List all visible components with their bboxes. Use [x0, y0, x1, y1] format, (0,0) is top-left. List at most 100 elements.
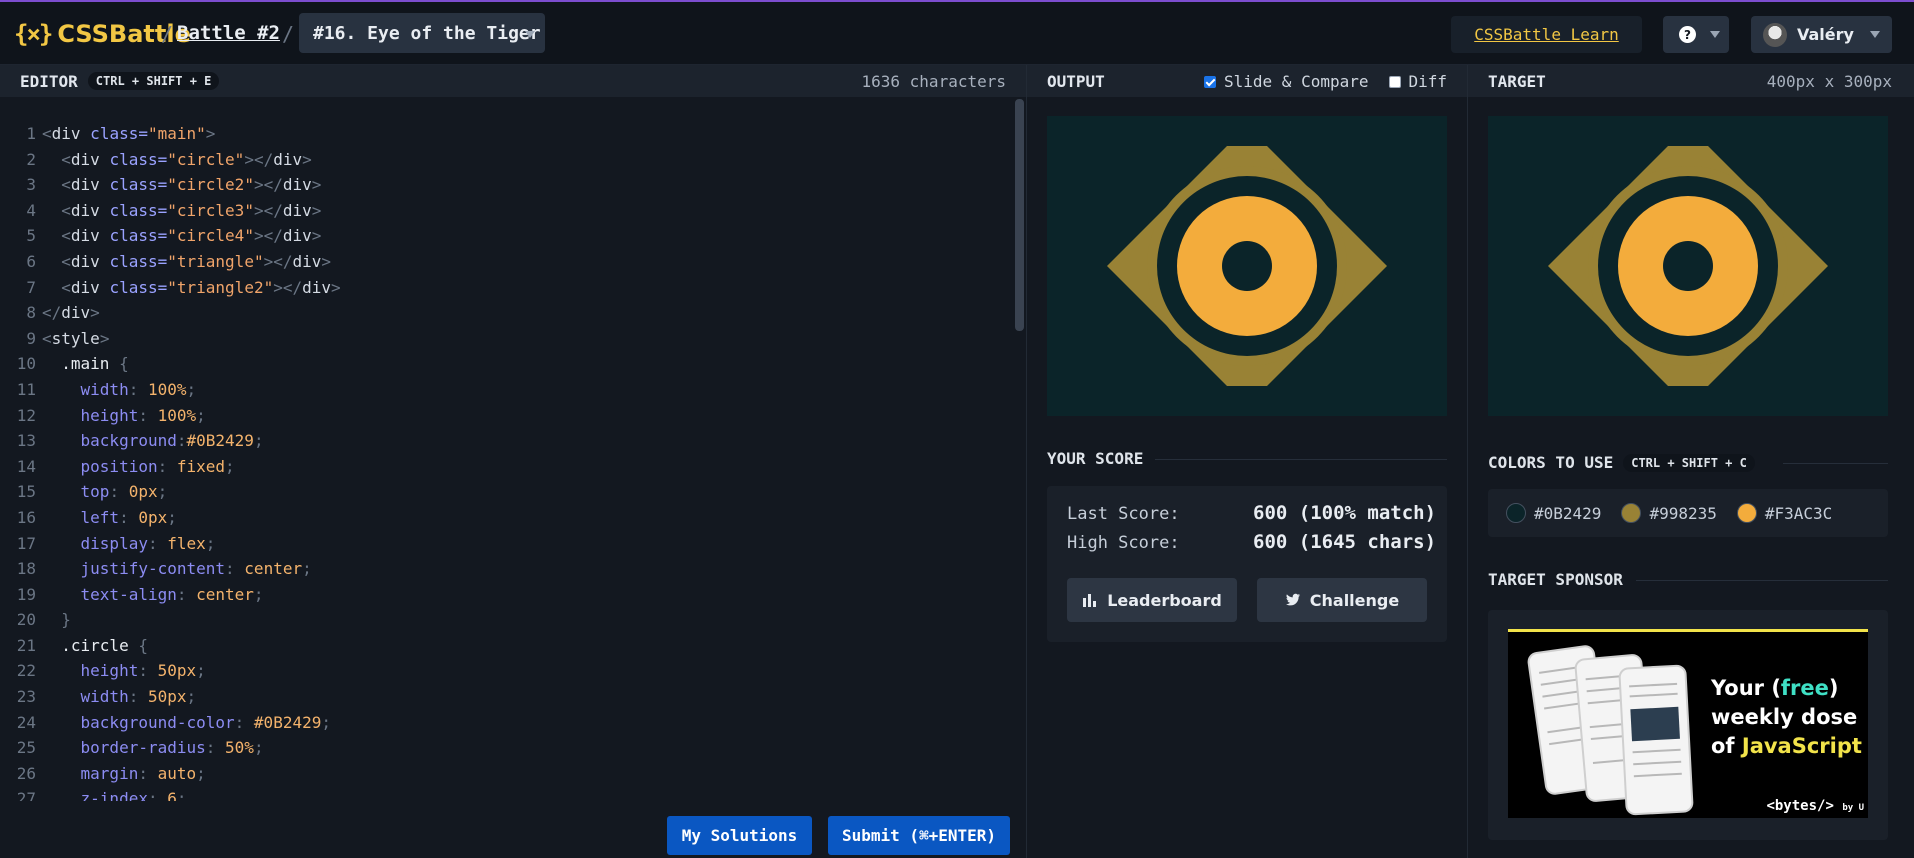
color-dot — [1736, 503, 1757, 523]
code-token: class= — [80, 124, 148, 143]
sponsor-brand: <bytes/> by U — [1766, 798, 1864, 814]
code-line[interactable]: 6 <div class="triangle"></div> — [0, 249, 341, 275]
code-line[interactable]: 2 <div class="circle"></div> — [0, 147, 341, 173]
code-token: ; — [186, 379, 197, 399]
code-token: ; — [196, 763, 206, 783]
line-number: 12 — [16, 405, 36, 425]
color-label: #998235 — [1649, 503, 1717, 523]
last-score-label: Last Score: — [1067, 504, 1180, 524]
color-swatch[interactable]: #0B2429 — [1506, 503, 1601, 523]
code-line[interactable]: 22 height: 50px; — [0, 658, 341, 684]
code-line[interactable]: 17 display: flex; — [0, 531, 341, 557]
challenge-dropdown[interactable]: #16. Eye of the Tiger — [299, 13, 545, 53]
code-token: } — [42, 610, 71, 630]
slide-compare-toggle[interactable]: Slide & Compare — [1204, 72, 1369, 91]
my-solutions-button[interactable]: My Solutions — [667, 816, 812, 855]
code-line[interactable]: 1 <div class="main"> — [0, 121, 341, 147]
code-token: : — [128, 379, 148, 399]
code-token: < — [61, 200, 71, 220]
code-token: : — [147, 533, 168, 553]
code-token: height — [80, 405, 139, 425]
code-token: < — [42, 328, 52, 348]
panel-divider[interactable] — [1026, 65, 1027, 858]
editor-scrollbar[interactable] — [1015, 99, 1024, 331]
color-dot — [1506, 503, 1526, 523]
eye-pupil — [1663, 241, 1713, 291]
code-line[interactable]: 14 position: fixed; — [0, 454, 341, 480]
code-line[interactable]: 27 z-index: 6; — [0, 786, 341, 801]
code-token: div — [282, 175, 312, 195]
code-line[interactable]: 15 top: 0px; — [0, 479, 341, 505]
breadcrumb-battle-link[interactable]: Battle #2 — [177, 22, 280, 44]
color-label: #F3AC3C — [1764, 503, 1833, 523]
help-menu-button[interactable]: ? — [1663, 16, 1729, 53]
code-line[interactable]: 13 background:#0B2429; — [0, 428, 341, 454]
code-token: ; — [205, 533, 216, 553]
code-token: div — [70, 277, 100, 297]
code-line[interactable]: 23 width: 50px; — [0, 684, 341, 710]
learn-link[interactable]: CSSBattle Learn — [1451, 16, 1642, 53]
code-token: > — [311, 175, 322, 195]
code-line[interactable]: 26 margin: auto; — [0, 761, 341, 787]
code-line[interactable]: 3 <div class="circle2"></div> — [0, 172, 341, 198]
code-line[interactable]: 24 background-color: #0B2429; — [0, 710, 341, 736]
output-panel-header: OUTPUT Slide & Compare Diff — [1027, 65, 1467, 97]
line-number: 16 — [16, 507, 36, 527]
code-line[interactable]: 9 <style> — [0, 326, 341, 352]
challenge-button[interactable]: Challenge — [1257, 578, 1427, 622]
submit-button[interactable]: Submit (⌘+ENTER) — [828, 816, 1010, 855]
color-swatch[interactable]: #F3AC3C — [1736, 503, 1833, 523]
code-token: height — [80, 661, 139, 681]
sponsor-headline: Your (free) weekly dose of JavaScript — [1711, 676, 1862, 758]
user-menu-button[interactable]: Valéry — [1751, 16, 1892, 53]
colors-shortcut-badge: CTRL + SHIFT + C — [1623, 453, 1755, 472]
line-number: 13 — [16, 431, 36, 451]
code-token: "main" — [147, 124, 206, 143]
checkbox-icon[interactable] — [1388, 75, 1401, 88]
high-score-label: High Score: — [1067, 533, 1180, 553]
color-swatch[interactable]: #998235 — [1621, 503, 1717, 523]
code-token: ; — [253, 431, 264, 451]
code-line[interactable]: 8 </div> — [0, 300, 341, 326]
panel-divider[interactable] — [1467, 65, 1468, 858]
code-line[interactable]: 21 .circle { — [0, 633, 341, 659]
code-token: center — [196, 584, 254, 604]
code-line[interactable]: 11 width: 100%; — [0, 377, 341, 403]
code-line[interactable]: 25 border-radius: 50%; — [0, 735, 341, 761]
leaderboard-button[interactable]: Leaderboard — [1067, 578, 1237, 622]
code-token: class= — [99, 200, 168, 220]
sponsor-ad[interactable]: Your (free) weekly dose of JavaScript <b… — [1508, 629, 1868, 818]
breadcrumb-separator: / — [161, 22, 174, 46]
code-line[interactable]: 12 height: 100%; — [0, 403, 341, 429]
code-line[interactable]: 18 justify-content: center; — [0, 556, 341, 582]
code-editor[interactable]: 1 <div class="main"> 2 <div class="circle"… — [0, 97, 1026, 801]
leaderboard-label: Leaderboard — [1107, 590, 1222, 610]
output-preview[interactable] — [1047, 116, 1447, 416]
code-lines[interactable]: 1 <div class="main"> 2 <div class="circle"… — [0, 121, 341, 801]
diff-toggle[interactable]: Diff — [1388, 72, 1447, 91]
code-line[interactable]: 4 <div class="circle3"></div> — [0, 198, 341, 224]
line-number: 4 — [26, 200, 36, 220]
code-line[interactable]: 7 <div class="triangle2"></div> — [0, 275, 340, 301]
code-line[interactable]: 20 } — [0, 607, 341, 633]
code-token: div — [282, 226, 312, 246]
chevron-down-icon — [525, 31, 535, 38]
code-token: ; — [186, 687, 197, 707]
line-number: 3 — [26, 175, 36, 195]
line-number: 20 — [16, 610, 36, 630]
code-line[interactable]: 10 .main { — [0, 351, 341, 377]
code-line[interactable]: 16 left: 0px; — [0, 505, 341, 531]
code-token: : — [157, 456, 177, 476]
code-token: : — [138, 763, 158, 783]
code-token: < — [61, 277, 71, 297]
checkbox-checked-icon[interactable] — [1204, 75, 1216, 88]
code-token: ></ — [253, 226, 283, 246]
code-line[interactable]: 19 text-align: center; — [0, 582, 341, 608]
code-token: : — [119, 507, 139, 527]
code-line[interactable]: 5 <div class="circle4"></div> — [0, 223, 341, 249]
